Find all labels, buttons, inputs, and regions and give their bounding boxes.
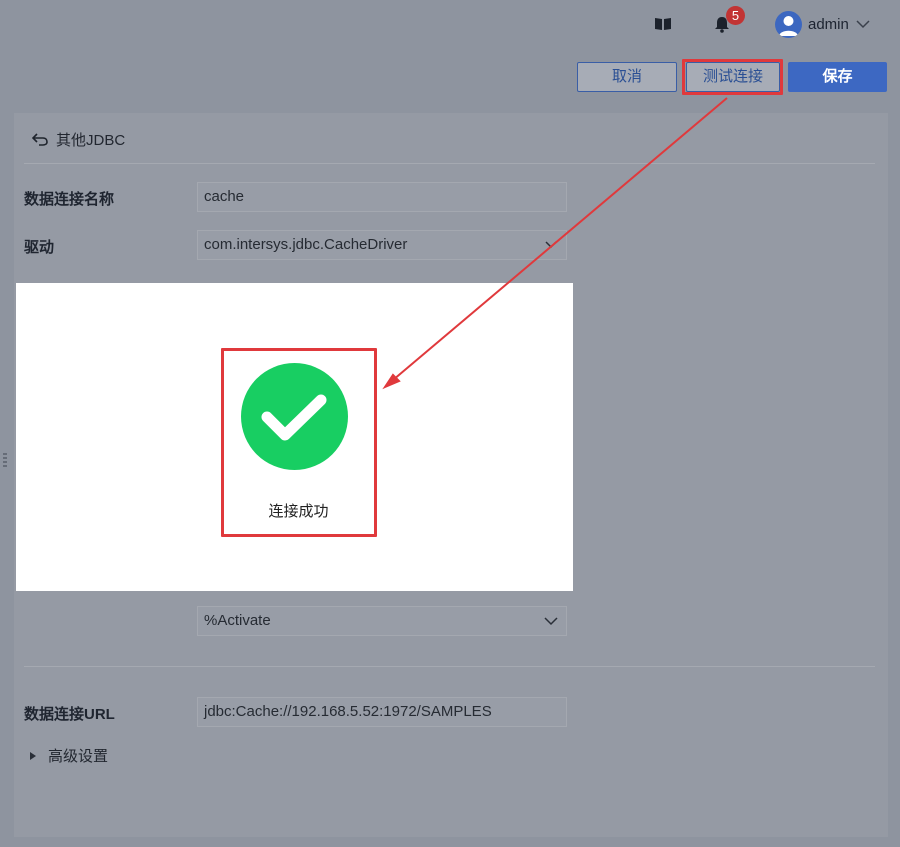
- notification-badge: 5: [726, 6, 745, 25]
- drag-handle-icon[interactable]: [3, 452, 7, 470]
- top-bar: 5 admin: [0, 0, 900, 50]
- url-input[interactable]: jdbc:Cache://192.168.5.52:1972/SAMPLES: [197, 697, 567, 727]
- url-label: 数据连接URL: [24, 706, 115, 723]
- avatar[interactable]: [775, 11, 802, 38]
- connection-name-input[interactable]: cache: [197, 182, 567, 212]
- advanced-settings-toggle[interactable]: 高级设置: [30, 745, 108, 766]
- success-highlight: [221, 348, 377, 537]
- breadcrumb[interactable]: 其他JDBC: [32, 129, 125, 149]
- book-icon[interactable]: [653, 14, 673, 34]
- role-select[interactable]: %Activate: [197, 606, 567, 636]
- divider: [24, 666, 875, 667]
- user-name[interactable]: admin: [808, 16, 849, 33]
- back-label: 其他JDBC: [56, 131, 126, 149]
- chevron-down-icon: [544, 617, 558, 626]
- user-icon: [779, 16, 798, 36]
- divider: [24, 163, 875, 164]
- role-value: %Activate: [204, 612, 271, 629]
- driver-value: com.intersys.jdbc.CacheDriver: [204, 236, 408, 253]
- advanced-settings-label: 高级设置: [48, 748, 109, 765]
- driver-select[interactable]: com.intersys.jdbc.CacheDriver: [197, 230, 567, 260]
- chevron-down-icon[interactable]: [855, 17, 871, 29]
- driver-label: 驱动: [24, 239, 55, 256]
- test-button-highlight: [682, 59, 783, 95]
- chevron-down-icon: [545, 241, 557, 249]
- undo-arrow-icon: [32, 133, 48, 146]
- caret-right-icon: [30, 751, 36, 760]
- cancel-button[interactable]: 取消: [577, 62, 677, 92]
- connection-name-label: 数据连接名称: [24, 191, 115, 208]
- save-button[interactable]: 保存: [788, 62, 887, 92]
